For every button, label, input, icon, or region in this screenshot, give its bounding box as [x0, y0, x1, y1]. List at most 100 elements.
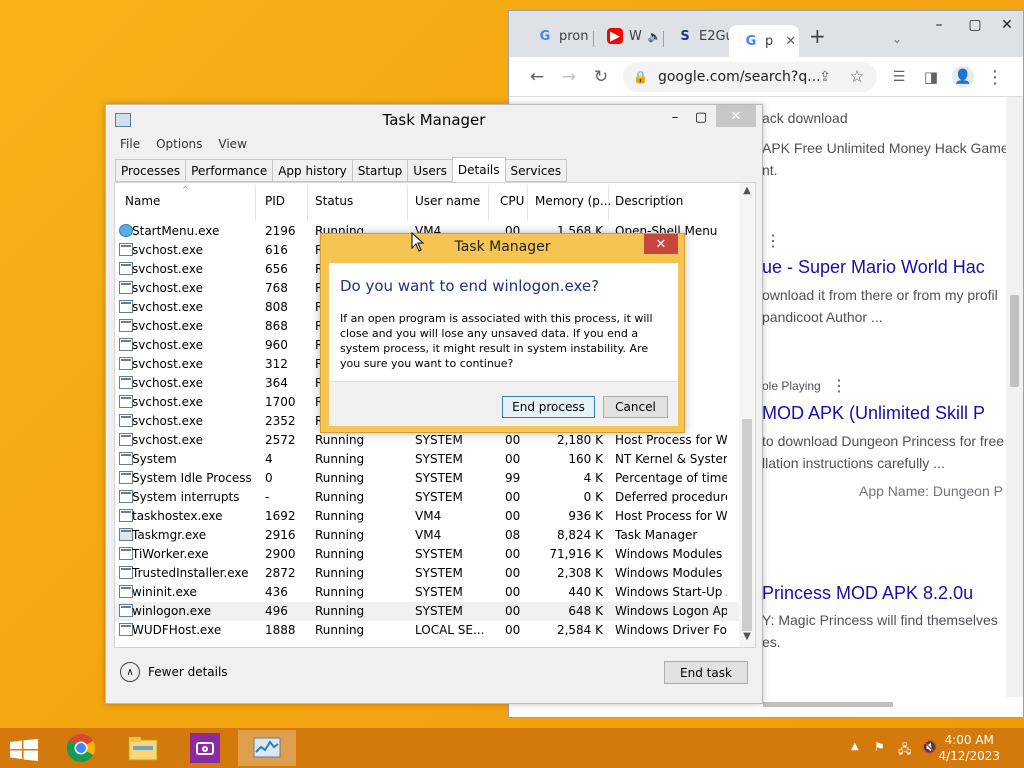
bookmark-star-icon[interactable]: ☆ — [845, 65, 869, 89]
result-link[interactable]: MOD APK (Unlimited Skill P — [762, 403, 985, 424]
page-scrollbar[interactable] — [1006, 97, 1023, 697]
result-link[interactable]: Princess MOD APK 8.2.0u — [762, 583, 973, 604]
taskbar-chrome[interactable] — [52, 730, 110, 766]
table-row[interactable]: WUDFHost.exe 1888 Running LOCAL SE... 00 2,58… — [115, 621, 741, 640]
system-clock[interactable]: 4:00 AM 4/12/2023 — [938, 732, 1000, 764]
horizontal-scrollbar[interactable] — [763, 697, 1007, 711]
table-cell: System interrupts — [132, 490, 240, 504]
menu-file[interactable]: File — [120, 137, 140, 157]
column-separator[interactable] — [255, 185, 256, 221]
tab-details[interactable]: Details — [451, 157, 506, 182]
table-cell: 1692 — [265, 509, 296, 523]
column-separator[interactable] — [488, 185, 489, 221]
column-status[interactable]: Status — [315, 194, 353, 208]
task-manager-titlebar[interactable]: Task Manager – ▢ ✕ — [106, 105, 762, 135]
table-row[interactable]: System interrupts - Running SYSTEM 00 0 K Defe… — [115, 488, 741, 507]
action-center-flag-icon[interactable]: ⚑ — [874, 740, 885, 754]
menu-kebab-icon[interactable]: ⋮ — [983, 65, 1007, 89]
share-icon[interactable]: ⇪ — [813, 65, 837, 89]
tab-app-history[interactable]: App history — [272, 159, 353, 182]
table-cell: 2900 — [265, 547, 296, 561]
column-separator[interactable] — [527, 185, 528, 221]
result-link[interactable]: ue - Super Mario World Hac — [762, 257, 985, 278]
table-cell: 2,180 K — [556, 433, 603, 447]
start-button[interactable] — [0, 730, 48, 766]
menu-view[interactable]: View — [218, 137, 246, 157]
close-icon[interactable]: ✕ — [989, 11, 1024, 39]
close-icon[interactable]: ✕ — [644, 234, 678, 254]
side-panel-icon[interactable]: ◨ — [919, 65, 943, 89]
scroll-up-icon[interactable]: ▲ — [739, 185, 755, 201]
dialog-message: If an open program is associated with th… — [340, 312, 653, 370]
table-row[interactable]: TrustedInstaller.exe 2872 Running SYSTEM 00 2… — [115, 564, 741, 583]
more-options-icon[interactable]: ⋮ — [831, 376, 847, 396]
show-hidden-icons-icon[interactable]: ▲ — [851, 741, 859, 752]
column-user-name[interactable]: User name — [415, 194, 480, 208]
column-name[interactable]: Name — [125, 194, 160, 208]
tab-processes[interactable]: Processes — [115, 159, 187, 182]
scroll-down-icon[interactable]: ▼ — [739, 631, 755, 647]
taskbar-camera-app[interactable] — [176, 730, 234, 766]
fewer-details-toggle[interactable]: ∧ Fewer details — [120, 662, 228, 682]
network-icon[interactable]: 🖧 — [898, 740, 911, 761]
forward-icon[interactable]: → — [557, 65, 581, 89]
maximize-icon[interactable]: ▢ — [688, 105, 714, 129]
chrome-tab-4-active[interactable]: G p ✕ — [729, 25, 799, 57]
table-row[interactable]: svchost.exe 2572 Running SYSTEM 00 2,180 K Hos… — [115, 431, 741, 450]
table-row[interactable]: wininit.exe 436 Running SYSTEM 00 440 K Window… — [115, 583, 741, 602]
process-icon — [119, 395, 133, 408]
profile-avatar-icon[interactable]: 👤 — [951, 65, 975, 89]
reload-icon[interactable]: ↻ — [589, 65, 613, 89]
scrollbar-thumb[interactable] — [763, 702, 893, 707]
chrome-tab-2[interactable]: ▶ W 🔈 — [593, 23, 663, 49]
menu-options[interactable]: Options — [156, 137, 202, 157]
result-snippet: es. — [762, 634, 781, 650]
maximize-icon[interactable]: ▢ — [957, 11, 993, 39]
column-pid[interactable]: PID — [265, 194, 285, 208]
column-separator[interactable] — [307, 185, 308, 221]
table-row[interactable]: System Idle Process 0 Running SYSTEM 99 4 K Pe… — [115, 469, 741, 488]
table-cell: 2,308 K — [556, 566, 603, 580]
column-separator[interactable] — [407, 185, 408, 221]
column-separator[interactable] — [608, 185, 609, 221]
table-row[interactable]: taskhostex.exe 1692 Running VM4 00 936 K Host … — [115, 507, 741, 526]
cancel-button[interactable]: Cancel — [603, 396, 668, 418]
table-cell: 71,916 K — [549, 547, 603, 561]
table-cell: svchost.exe — [132, 414, 203, 428]
end-task-button[interactable]: End task — [664, 661, 748, 684]
tab-services[interactable]: Services — [504, 159, 568, 182]
tab-performance[interactable]: Performance — [185, 159, 274, 182]
list-scrollbar[interactable]: ▲ ▼ — [739, 183, 755, 647]
minimize-icon[interactable]: – — [662, 105, 688, 129]
tab-users[interactable]: Users — [407, 159, 453, 182]
reading-list-icon[interactable]: ☰ — [887, 65, 911, 89]
tab-startup[interactable]: Startup — [351, 159, 409, 182]
address-bar[interactable]: 🔒 google.com/search?q... — [623, 62, 877, 92]
scrollbar-thumb[interactable] — [742, 419, 752, 631]
taskbar-file-explorer[interactable] — [114, 730, 172, 766]
new-tab-button[interactable]: + — [805, 23, 835, 49]
column-memory[interactable]: Memory (p... — [535, 194, 611, 208]
table-row[interactable]: winlogon.exe 496 Running SYSTEM 00 648 K Windo… — [115, 602, 741, 621]
back-icon[interactable]: ← — [525, 65, 549, 89]
tab-search-icon[interactable]: ⌄ — [885, 27, 909, 51]
chrome-tab-3[interactable]: S E2Gu — [663, 23, 729, 49]
column-description[interactable]: Description — [615, 194, 683, 208]
close-icon[interactable]: ✕ — [716, 105, 756, 127]
table-cell: svchost.exe — [132, 338, 203, 352]
table-cell: VM4 — [415, 528, 442, 542]
scrollbar-thumb[interactable] — [1010, 295, 1019, 387]
more-options-icon[interactable]: ⋮ — [765, 231, 781, 251]
result-category: ole Playing — [762, 379, 821, 393]
minimize-icon[interactable]: – — [921, 11, 957, 39]
table-row[interactable]: Taskmgr.exe 2916 Running VM4 08 8,824 K Task M… — [115, 526, 741, 545]
chrome-tab-1[interactable]: G pron — [523, 23, 593, 49]
end-process-button[interactable]: End process — [502, 396, 595, 418]
table-row[interactable]: TiWorker.exe 2900 Running SYSTEM 00 71,916 K W… — [115, 545, 741, 564]
column-cpu[interactable]: CPU — [500, 194, 524, 208]
taskbar-task-manager[interactable] — [238, 730, 296, 766]
table-cell: 312 — [265, 357, 288, 371]
volume-muted-icon[interactable]: 🔇 — [922, 740, 937, 754]
tab-close-icon[interactable]: ✕ — [785, 34, 796, 49]
table-row[interactable]: System 4 Running SYSTEM 00 160 K NT Kernel & S… — [115, 450, 741, 469]
